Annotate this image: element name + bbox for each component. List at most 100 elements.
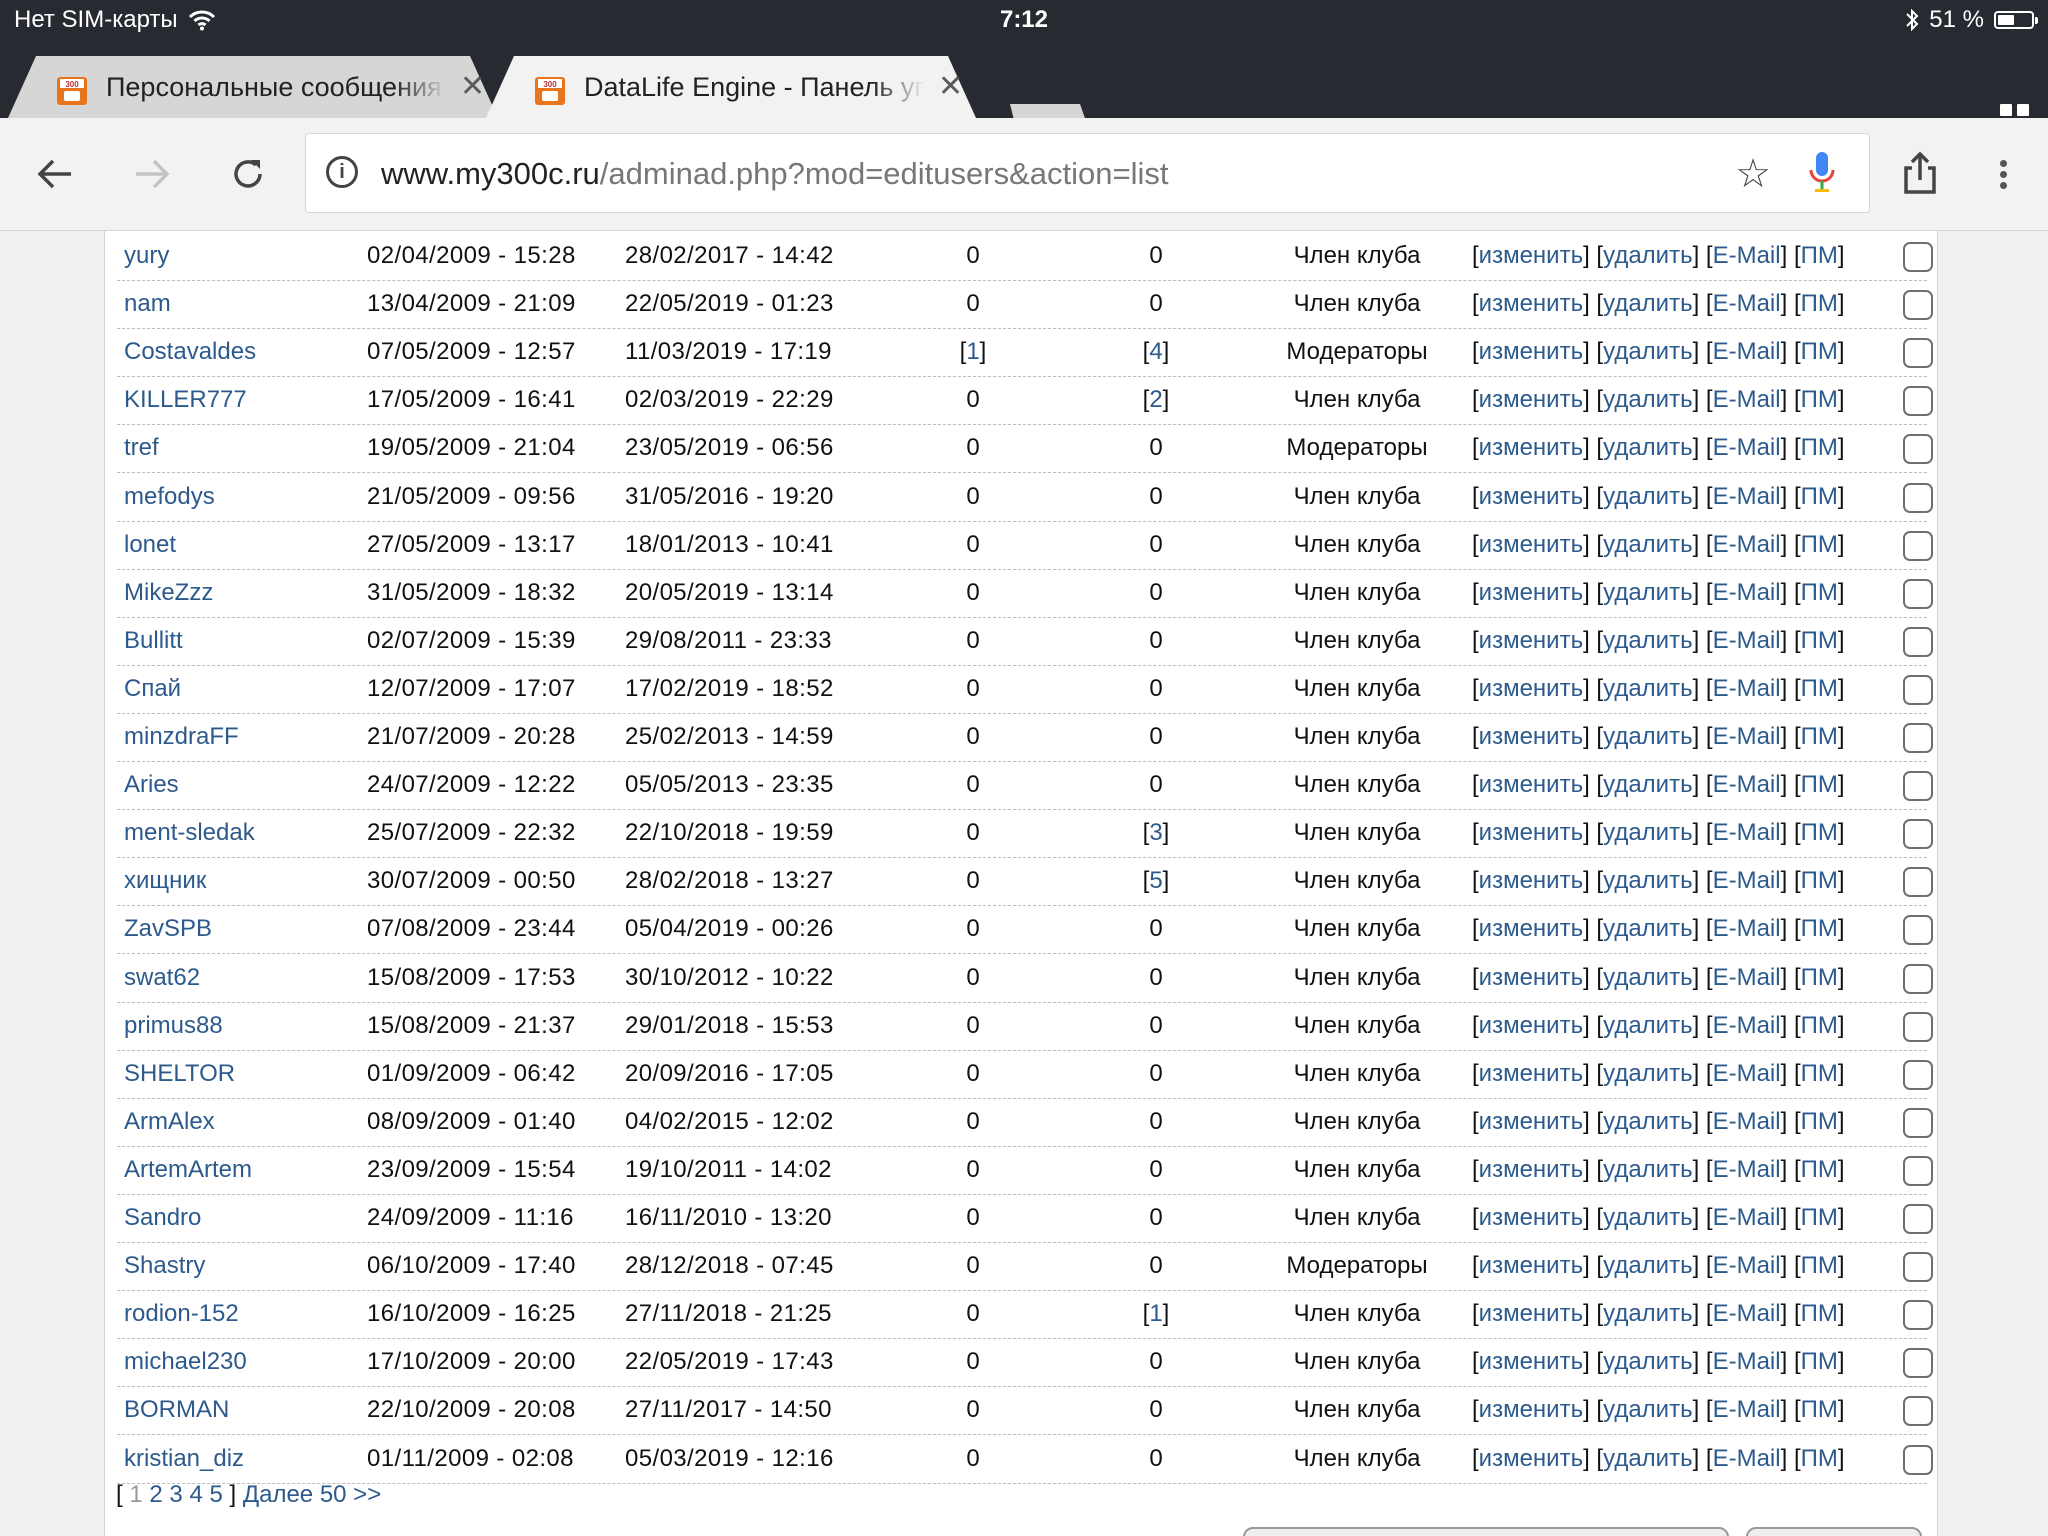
email-user-link[interactable]: E-Mail <box>1713 483 1781 510</box>
row-select-checkbox[interactable] <box>1903 771 1933 802</box>
pm-user-link[interactable]: ПМ <box>1801 915 1838 942</box>
pm-user-link[interactable]: ПМ <box>1801 434 1838 461</box>
bookmark-star-icon[interactable]: ☆ <box>1735 152 1771 196</box>
row-select-checkbox[interactable] <box>1903 626 1933 657</box>
count-link[interactable]: 5 <box>1149 867 1162 894</box>
delete-user-link[interactable]: удалить <box>1603 819 1692 846</box>
count-link[interactable]: 1 <box>1149 1300 1162 1327</box>
pm-user-link[interactable]: ПМ <box>1801 1396 1838 1423</box>
pm-user-link[interactable]: ПМ <box>1801 579 1838 606</box>
row-select-checkbox[interactable] <box>1903 1396 1933 1427</box>
email-user-link[interactable]: E-Mail <box>1713 290 1781 317</box>
edit-user-link[interactable]: изменить <box>1479 723 1583 750</box>
row-select-checkbox[interactable] <box>1903 915 1933 946</box>
user-name-link[interactable]: tref <box>124 424 159 471</box>
pm-user-link[interactable]: ПМ <box>1801 531 1838 558</box>
count-link[interactable]: 2 <box>1149 386 1162 413</box>
email-user-link[interactable]: E-Mail <box>1713 386 1781 413</box>
row-select-checkbox[interactable] <box>1903 1444 1933 1475</box>
delete-user-link[interactable]: удалить <box>1603 338 1692 365</box>
delete-user-link[interactable]: удалить <box>1603 1445 1692 1472</box>
row-select-checkbox[interactable] <box>1903 674 1933 705</box>
email-user-link[interactable]: E-Mail <box>1713 627 1781 654</box>
edit-user-link[interactable]: изменить <box>1479 1300 1583 1327</box>
overflow-menu-icon[interactable] <box>1983 146 2023 202</box>
delete-user-link[interactable]: удалить <box>1603 242 1692 269</box>
edit-user-link[interactable]: изменить <box>1479 1060 1583 1087</box>
pm-user-link[interactable]: ПМ <box>1801 771 1838 798</box>
edit-user-link[interactable]: изменить <box>1479 579 1583 606</box>
pm-user-link[interactable]: ПМ <box>1801 386 1838 413</box>
email-user-link[interactable]: E-Mail <box>1713 242 1781 269</box>
email-user-link[interactable]: E-Mail <box>1713 531 1781 558</box>
pm-user-link[interactable]: ПМ <box>1801 1300 1838 1327</box>
email-user-link[interactable]: E-Mail <box>1713 1300 1781 1327</box>
mass-action-select[interactable] <box>1243 1527 1729 1536</box>
delete-user-link[interactable]: удалить <box>1603 531 1692 558</box>
pm-user-link[interactable]: ПМ <box>1801 290 1838 317</box>
email-user-link[interactable]: E-Mail <box>1713 867 1781 894</box>
row-select-checkbox[interactable] <box>1903 482 1933 513</box>
email-user-link[interactable]: E-Mail <box>1713 1348 1781 1375</box>
delete-user-link[interactable]: удалить <box>1603 723 1692 750</box>
row-select-checkbox[interactable] <box>1903 338 1933 369</box>
user-name-link[interactable]: Shastry <box>124 1242 205 1289</box>
url-text[interactable]: www.my300c.ru/adminad.php?mod=editusers&… <box>381 134 1168 214</box>
tab-messages[interactable]: 300 Персональные сообщения ✕ <box>0 56 505 118</box>
email-user-link[interactable]: E-Mail <box>1713 964 1781 991</box>
user-name-link[interactable]: minzdraFF <box>124 713 239 760</box>
edit-user-link[interactable]: изменить <box>1479 964 1583 991</box>
delete-user-link[interactable]: удалить <box>1603 1300 1692 1327</box>
email-user-link[interactable]: E-Mail <box>1713 338 1781 365</box>
user-name-link[interactable]: michael230 <box>124 1338 247 1385</box>
email-user-link[interactable]: E-Mail <box>1713 1108 1781 1135</box>
row-select-checkbox[interactable] <box>1903 242 1933 272</box>
pm-user-link[interactable]: ПМ <box>1801 1060 1838 1087</box>
email-user-link[interactable]: E-Mail <box>1713 1012 1781 1039</box>
row-select-checkbox[interactable] <box>1903 1252 1933 1283</box>
user-name-link[interactable]: mefodys <box>124 473 215 520</box>
row-select-checkbox[interactable] <box>1903 819 1933 850</box>
email-user-link[interactable]: E-Mail <box>1713 1445 1781 1472</box>
delete-user-link[interactable]: удалить <box>1603 675 1692 702</box>
email-user-link[interactable]: E-Mail <box>1713 675 1781 702</box>
edit-user-link[interactable]: изменить <box>1479 771 1583 798</box>
delete-user-link[interactable]: удалить <box>1603 1060 1692 1087</box>
edit-user-link[interactable]: изменить <box>1479 675 1583 702</box>
row-select-checkbox[interactable] <box>1903 1155 1933 1186</box>
pager-page-link[interactable]: 4 <box>189 1481 202 1508</box>
pm-user-link[interactable]: ПМ <box>1801 723 1838 750</box>
row-select-checkbox[interactable] <box>1903 578 1933 609</box>
count-link[interactable]: 4 <box>1149 338 1162 365</box>
user-name-link[interactable]: lonet <box>124 521 176 568</box>
pm-user-link[interactable]: ПМ <box>1801 819 1838 846</box>
edit-user-link[interactable]: изменить <box>1479 1348 1583 1375</box>
user-name-link[interactable]: KILLER777 <box>124 376 247 423</box>
user-name-link[interactable]: MikeZzz <box>124 569 213 616</box>
user-name-link[interactable]: ment-sledak <box>124 809 255 856</box>
pm-user-link[interactable]: ПМ <box>1801 867 1838 894</box>
pm-user-link[interactable]: ПМ <box>1801 627 1838 654</box>
email-user-link[interactable]: E-Mail <box>1713 1156 1781 1183</box>
delete-user-link[interactable]: удалить <box>1603 579 1692 606</box>
edit-user-link[interactable]: изменить <box>1479 242 1583 269</box>
microphone-icon[interactable] <box>1807 150 1837 196</box>
edit-user-link[interactable]: изменить <box>1479 627 1583 654</box>
email-user-link[interactable]: E-Mail <box>1713 819 1781 846</box>
user-name-link[interactable]: ArtemArtem <box>124 1146 252 1193</box>
pm-user-link[interactable]: ПМ <box>1801 1012 1838 1039</box>
row-select-checkbox[interactable] <box>1903 386 1933 417</box>
row-select-checkbox[interactable] <box>1903 1011 1933 1042</box>
delete-user-link[interactable]: удалить <box>1603 434 1692 461</box>
user-name-link[interactable]: rodion-152 <box>124 1290 239 1337</box>
edit-user-link[interactable]: изменить <box>1479 1445 1583 1472</box>
edit-user-link[interactable]: изменить <box>1479 915 1583 942</box>
email-user-link[interactable]: E-Mail <box>1713 915 1781 942</box>
pm-user-link[interactable]: ПМ <box>1801 338 1838 365</box>
delete-user-link[interactable]: удалить <box>1603 915 1692 942</box>
email-user-link[interactable]: E-Mail <box>1713 434 1781 461</box>
email-user-link[interactable]: E-Mail <box>1713 1204 1781 1231</box>
pm-user-link[interactable]: ПМ <box>1801 1445 1838 1472</box>
pm-user-link[interactable]: ПМ <box>1801 1348 1838 1375</box>
edit-user-link[interactable]: изменить <box>1479 483 1583 510</box>
